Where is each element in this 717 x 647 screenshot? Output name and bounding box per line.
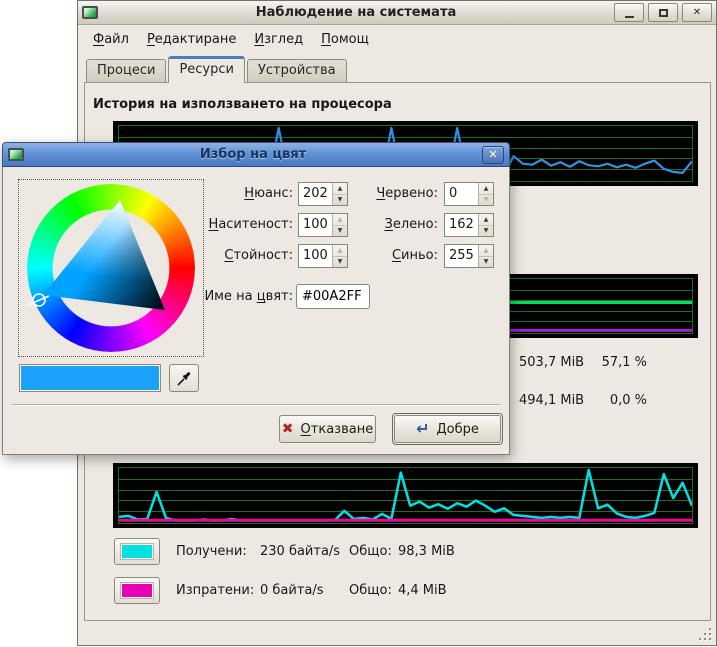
menu-file[interactable]: Файл [91,31,131,48]
minimize-button[interactable] [614,3,644,22]
blue-value[interactable]: 255 [445,245,478,267]
notebook-tabs: Процеси Ресурси Устройства [86,56,349,82]
green-label: Зелено: [333,213,438,237]
menu-view[interactable]: Изглед [252,31,305,48]
tab-devices[interactable]: Устройства [247,59,347,82]
spin-up-icon[interactable]: ▲ [479,245,493,257]
app-icon [82,6,98,19]
saturation-label: Наситеност: [143,213,293,237]
dialog-titlebar[interactable]: Избор на цвят ✕ [2,142,510,167]
cancel-button[interactable]: ✖ Отказване [279,415,376,443]
sent-total-label: Общо: [349,583,398,598]
close-button[interactable]: ✕ [682,3,712,22]
dialog-app-icon [8,148,24,161]
received-rate: 230 байта/s [260,544,349,559]
memory-used-percent: 57,1 % [602,355,647,370]
sent-rate: 0 байта/s [260,583,349,598]
network-line-series [119,468,692,523]
desktop: Наблюдение на системата ✕ Файл Редактира… [0,0,717,647]
sent-color-button[interactable] [114,577,160,604]
eyedropper-button[interactable] [169,364,199,392]
sent-label: Изпратени: [176,583,260,598]
green-value[interactable]: 162 [445,214,478,236]
red-spinbox[interactable]: 0 ▲▼ [444,182,494,206]
swap-used-value: 494,1 MiB [519,393,584,408]
sent-total: 4,4 MiB [398,583,447,598]
separator [11,404,501,406]
cancel-icon: ✖ [282,421,294,437]
color-picker-dialog: Избор на цвят ✕ [2,142,510,455]
statusbar [78,621,716,645]
dialog-body: Нюанс: 202 ▲▼ Наситеност: 100 ▲▼ Стойнос… [2,167,510,455]
close-icon: ✕ [488,148,497,161]
spin-up-icon[interactable]: ▲ [479,214,493,226]
hue-label: Нюанс: [143,182,293,206]
saturation-value[interactable]: 100 [299,214,332,236]
menu-edit[interactable]: Редактиране [145,31,238,48]
current-color-swatch [19,364,161,392]
maximize-button[interactable] [648,3,678,22]
cpu-history-title: История на използването на процесора [93,97,392,112]
received-label: Получени: [176,544,260,559]
value-value[interactable]: 100 [299,245,332,267]
ok-button[interactable]: ↵ Добре [394,415,501,443]
spin-down-icon[interactable]: ▼ [479,226,493,237]
main-titlebar[interactable]: Наблюдение на системата ✕ [78,1,716,25]
dialog-title: Избор на цвят [28,147,478,162]
blue-spinbox[interactable]: 255 ▲▼ [444,244,494,268]
tab-processes[interactable]: Процеси [86,59,166,82]
ok-button-label: Добре [437,422,479,437]
swap-used-percent: 0,0 % [610,393,647,408]
cancel-button-label: Отказване [301,422,374,437]
close-icon: ✕ [693,7,701,18]
hue-value[interactable]: 202 [299,183,332,205]
red-value[interactable]: 0 [445,183,478,205]
received-color-button[interactable] [114,538,160,565]
menubar: Файл Редактиране Изглед Помощ [78,25,716,53]
spin-up-icon[interactable]: ▲ [479,183,493,195]
red-label: Червено: [333,182,438,206]
received-color-swatch [120,543,154,560]
ok-icon: ↵ [416,424,429,434]
network-plot-area [118,467,693,524]
dialog-close-button[interactable]: ✕ [482,146,504,164]
received-total: 98,3 MiB [398,544,455,559]
hue-marker-line [28,296,49,305]
blue-label: Синьо: [333,244,438,268]
maximize-icon [659,9,668,17]
sv-triangle[interactable] [27,184,195,352]
swap-usage-row: 494,1 MiB 0,0 % [519,393,647,408]
memory-usage-row: 503,7 MiB 57,1 % [519,355,647,370]
tab-resources[interactable]: Ресурси [168,56,245,83]
eyedropper-icon [177,371,192,386]
minimize-icon [625,16,634,18]
sent-legend-row: Изпратени: 0 байта/s Общо: 4,4 MiB [114,575,447,605]
sent-color-swatch [120,582,154,599]
spin-down-icon[interactable]: ▼ [479,257,493,268]
color-name-input[interactable] [296,284,370,309]
green-spinbox[interactable]: 162 ▲▼ [444,213,494,237]
spin-down-icon[interactable]: ▼ [479,195,493,206]
resize-grip-icon[interactable] [698,628,711,641]
color-name-label: Име на цвят: [143,285,293,309]
network-history-chart [113,463,698,528]
window-title: Наблюдение на системата [102,5,610,20]
menu-help[interactable]: Помощ [319,31,371,48]
received-total-label: Общо: [349,544,398,559]
memory-used-value: 503,7 MiB [519,355,584,370]
ok-button-focus-ring: ↵ Добре [392,413,503,445]
received-legend-row: Получени: 230 байта/s Общо: 98,3 MiB [114,536,455,566]
value-label: Стойност: [143,244,293,268]
